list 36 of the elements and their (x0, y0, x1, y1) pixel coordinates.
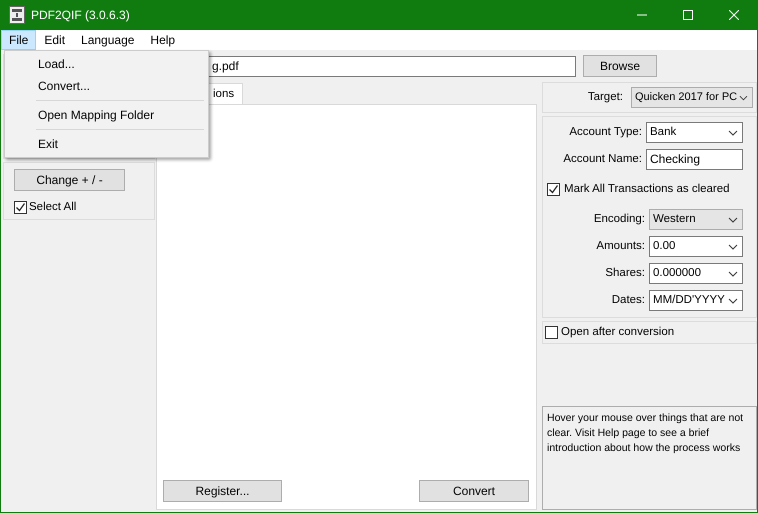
browse-button[interactable]: Browse (583, 55, 657, 77)
target-dropdown[interactable]: Quicken 2017 for PC (631, 87, 753, 108)
close-icon (729, 10, 739, 20)
dropdown[interactable]: 0.00 (649, 236, 743, 258)
dropdown[interactable]: Bank (646, 122, 743, 143)
field-label: Account Name: (562, 152, 642, 167)
checkbox-label: Mark All Transactions as cleared (564, 182, 730, 197)
menu-item[interactable]: Exit (5, 133, 208, 155)
field-label: Shares: (604, 266, 645, 282)
menu-item[interactable]: Help (142, 30, 184, 50)
menu-item[interactable]: Convert... (5, 75, 208, 97)
register-button[interactable]: Register... (163, 480, 282, 502)
checkbox-label: Select All (29, 200, 76, 215)
field-label: Target: (588, 90, 623, 105)
field-label: Amounts: (595, 239, 645, 254)
text-field[interactable]: Checking (646, 149, 743, 170)
dropdown[interactable]: 0.000000 (649, 263, 743, 284)
field-label: Encoding: (592, 212, 645, 228)
help-text: Hover your mouse over things that are not clear. Visit Help page to see a brief introduction about how the process works (542, 406, 757, 510)
field-label: Account Type: (568, 124, 642, 140)
dropdown[interactable]: Western (649, 209, 743, 230)
checkbox[interactable] (14, 201, 27, 214)
menu-item[interactable]: File (1, 30, 36, 50)
menu-item[interactable]: Edit (36, 30, 74, 50)
convert-button[interactable]: Convert (419, 480, 529, 502)
checkbox[interactable] (545, 326, 558, 340)
checkbox-label: Open after conversion (561, 325, 674, 340)
dropdown[interactable]: MM/DD'YYYY (649, 290, 743, 312)
checkbox[interactable] (547, 183, 560, 196)
window-title: PDF2QIF (3.0.6.3) (31, 7, 130, 24)
change-sign-button[interactable]: Change + / - (14, 169, 125, 191)
field-label: Dates: (610, 293, 645, 308)
app-icon (9, 6, 25, 24)
menu-item[interactable]: Open Mapping Folder (5, 104, 208, 126)
menu-item[interactable]: Language (73, 30, 142, 50)
maximize-icon (683, 10, 693, 20)
